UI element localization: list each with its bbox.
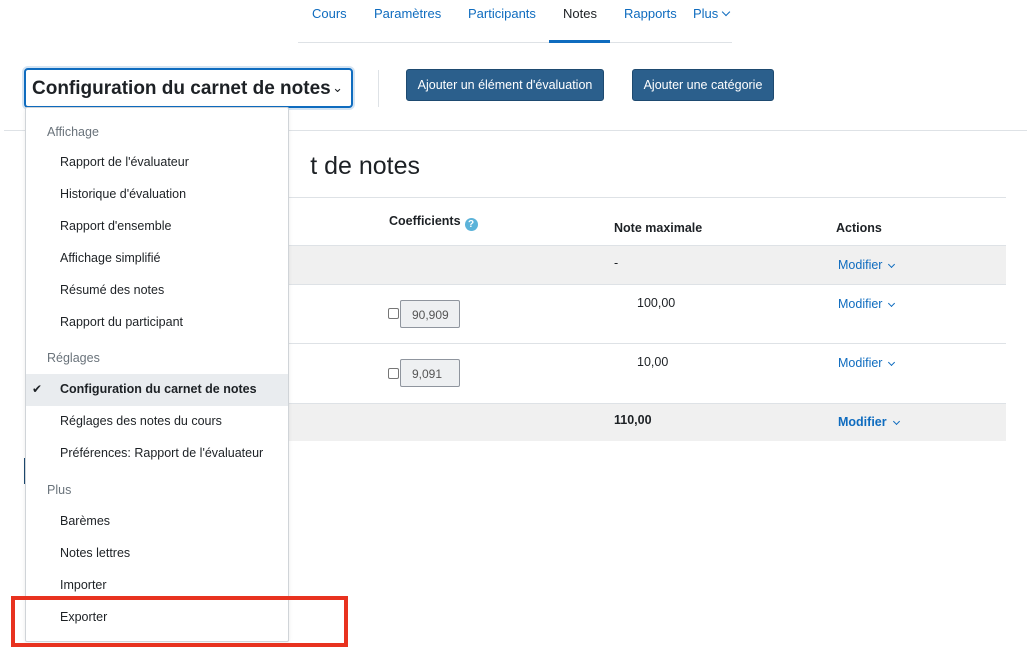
coefficient-input[interactable]: 9,091 bbox=[400, 359, 460, 387]
column-header-max-grade: Note maximale bbox=[614, 221, 703, 235]
chevron-down-icon bbox=[888, 299, 896, 308]
help-icon[interactable]: ? bbox=[464, 218, 478, 231]
tab-cours[interactable]: Cours bbox=[312, 6, 347, 21]
row-divider bbox=[200, 343, 1006, 344]
modifier-menu-link[interactable]: Modifier bbox=[838, 297, 896, 311]
menu-item-notes-lettres[interactable]: Notes lettres bbox=[26, 538, 288, 570]
tab-plus[interactable]: Plus bbox=[693, 6, 731, 21]
item-max-grade: 10,00 bbox=[637, 355, 669, 369]
tab-rapports[interactable]: Rapports bbox=[624, 6, 677, 21]
tab-notes[interactable]: Notes bbox=[563, 6, 597, 21]
item-max-grade: 100,00 bbox=[637, 296, 676, 310]
modifier-label: Modifier bbox=[838, 258, 883, 272]
menu-section-header-plus: Plus bbox=[47, 483, 72, 497]
menu-item-resume-notes[interactable]: Résumé des notes bbox=[26, 275, 288, 307]
menu-item-rapport-evaluateur[interactable]: Rapport de l'évaluateur bbox=[26, 147, 288, 179]
chevron-down-icon bbox=[722, 7, 731, 17]
menu-section-header-reglages: Réglages bbox=[47, 351, 100, 365]
page: Cours Paramètres Participants Notes Rapp… bbox=[0, 0, 1031, 658]
menu-item-preferences-rapport[interactable]: Préférences: Rapport de l'évaluateur bbox=[26, 438, 288, 470]
gradebook-navigation-select[interactable]: Configuration du carnet de notes ⌄ bbox=[24, 68, 353, 108]
menu-item-baremes[interactable]: Barèmes bbox=[26, 506, 288, 538]
row-divider bbox=[200, 284, 1006, 285]
active-tab-indicator bbox=[549, 40, 610, 43]
menu-item-rapport-participant[interactable]: Rapport du participant bbox=[26, 307, 288, 339]
tab-plus-label: Plus bbox=[693, 6, 719, 21]
modifier-menu-link[interactable]: Modifier bbox=[838, 258, 896, 272]
modifier-menu-link[interactable]: Modifier bbox=[838, 356, 896, 370]
check-icon: ✔ bbox=[32, 382, 43, 396]
add-grade-item-button[interactable]: Ajouter un élément d'évaluation bbox=[406, 69, 604, 101]
row-divider bbox=[200, 403, 1006, 404]
divider bbox=[378, 70, 379, 107]
total-max-grade: 110,00 bbox=[614, 413, 652, 427]
column-header-coefficients-label: Coefficients bbox=[389, 214, 461, 228]
modifier-label: Modifier bbox=[838, 415, 887, 429]
highlight-box bbox=[11, 596, 348, 647]
coefficient-checkbox[interactable] bbox=[388, 368, 399, 379]
chevron-down-icon: ⌄ bbox=[332, 80, 343, 95]
modifier-label: Modifier bbox=[838, 297, 883, 311]
menu-section-header-affichage: Affichage bbox=[47, 125, 99, 139]
chevron-down-icon bbox=[888, 260, 896, 269]
tab-participants[interactable]: Participants bbox=[468, 6, 536, 21]
table-top-border bbox=[200, 197, 1006, 198]
tab-parametres[interactable]: Paramètres bbox=[374, 6, 441, 21]
column-header-coefficients: Coefficients? bbox=[389, 214, 478, 231]
modifier-menu-link[interactable]: Modifier bbox=[838, 415, 900, 429]
row-divider bbox=[200, 245, 1006, 246]
select-value: Configuration du carnet de notes bbox=[32, 78, 331, 99]
modifier-label: Modifier bbox=[838, 356, 883, 370]
column-header-actions: Actions bbox=[836, 221, 882, 235]
menu-item-configuration-carnet[interactable]: ✔ Configuration du carnet de notes bbox=[26, 374, 288, 406]
gradebook-navigation-menu: Affichage Rapport de l'évaluateur Histor… bbox=[25, 107, 289, 642]
menu-item-reglages-notes-cours[interactable]: Réglages des notes du cours bbox=[26, 406, 288, 438]
menu-item-label: Configuration du carnet de notes bbox=[60, 382, 257, 396]
menu-item-historique-evaluation[interactable]: Historique d'évaluation bbox=[26, 179, 288, 211]
coefficient-checkbox[interactable] bbox=[388, 308, 399, 319]
chevron-down-icon bbox=[892, 417, 900, 426]
chevron-down-icon bbox=[888, 358, 896, 367]
coefficient-input[interactable]: 90,909 bbox=[400, 300, 460, 328]
menu-item-rapport-ensemble[interactable]: Rapport d'ensemble bbox=[26, 211, 288, 243]
category-max-grade: - bbox=[614, 256, 619, 270]
menu-item-affichage-simplifie[interactable]: Affichage simplifié bbox=[26, 243, 288, 275]
add-category-button[interactable]: Ajouter une catégorie bbox=[632, 69, 774, 101]
